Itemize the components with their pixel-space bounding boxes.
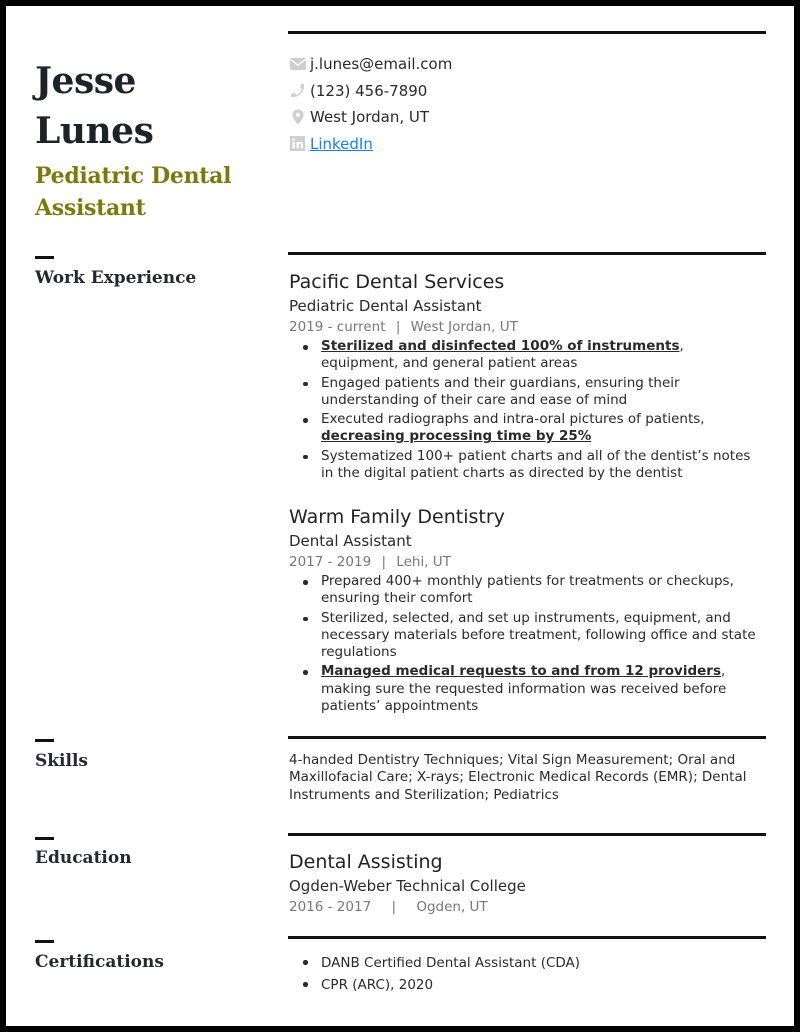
job-meta: 2017 - 2019 | Lehi, UT (289, 552, 764, 572)
degree-name: Dental Assisting (289, 851, 443, 873)
section-dash-work (35, 256, 54, 259)
bullet-highlight: Managed medical requests to and from 12 … (321, 663, 721, 680)
section-label-work: Work Experience (35, 268, 197, 288)
bullet-item: Prepared 400+ monthly patients for treat… (289, 573, 764, 608)
bullet-item: Executed radiographs and intra-oral pict… (289, 411, 764, 446)
resume-page: Jesse Lunes Pediatric Dental Assistant j… (6, 6, 794, 1026)
section-dash-certifications (35, 940, 54, 943)
envelope-icon (290, 56, 308, 72)
school-name: Ogden-Weber Technical College (289, 877, 526, 895)
job-dates: 2017 - 2019 (289, 554, 372, 570)
map-pin-icon (290, 109, 308, 125)
contact-info: j.lunes@email.com (123) 456-7890 West Jo… (290, 51, 452, 157)
contact-location: West Jordan, UT (290, 104, 452, 131)
candidate-title: Pediatric Dental Assistant (35, 160, 275, 224)
bullet-item: Engaged patients and their guardians, en… (289, 375, 764, 410)
certification-item: CPR (ARC), 2020 (289, 975, 764, 995)
separator: | (381, 554, 387, 570)
education-dates: 2016 - 2017 (289, 899, 372, 915)
certifications-list: DANB Certified Dental Assistant (CDA) CP… (289, 953, 764, 995)
section-label-certifications: Certifications (35, 952, 164, 972)
bullet-highlight: decreasing processing time by 25% (321, 428, 592, 445)
last-name: Lunes (35, 110, 154, 152)
section-dash-skills (35, 739, 54, 742)
contact-linkedin: LinkedIn (290, 131, 452, 158)
education-entry: Dental Assisting Ogden-Weber Technical C… (289, 849, 764, 917)
bullet-text: Sterilized, selected, and set up instrum… (321, 609, 756, 661)
divider-education (288, 833, 766, 836)
divider-skills (288, 736, 766, 739)
first-name: Jesse (35, 60, 136, 102)
section-label-education: Education (35, 848, 132, 868)
divider-work (288, 252, 766, 255)
bullet-item: Managed medical requests to and from 12 … (289, 663, 764, 715)
bullet-text: Prepared 400+ monthly patients for treat… (321, 573, 734, 607)
bullet-item: Sterilized, selected, and set up instrum… (289, 610, 764, 662)
job-location: West Jordan, UT (410, 319, 518, 335)
bullet-text: Systematized 100+ patient charts and all… (321, 447, 751, 482)
job-entry: Pacific Dental Services Pediatric Dental… (289, 269, 764, 484)
job-role: Pediatric Dental Assistant (289, 297, 482, 315)
job-location: Lehi, UT (396, 554, 451, 570)
job-dates: 2019 - current (289, 319, 386, 335)
location-text: West Jordan, UT (310, 108, 430, 126)
bullet-text: Executed radiographs and intra-oral pict… (321, 411, 705, 428)
candidate-name: Jesse Lunes (35, 56, 275, 156)
job-role: Dental Assistant (289, 532, 412, 550)
certification-item: DANB Certified Dental Assistant (CDA) (289, 953, 764, 973)
phone-text: (123) 456-7890 (310, 81, 428, 100)
job-entry: Warm Family Dentistry Dental Assistant 2… (289, 504, 764, 717)
linkedin-icon (290, 136, 308, 152)
bullet-item: Systematized 100+ patient charts and all… (289, 448, 764, 483)
job-meta: 2019 - current | West Jordan, UT (289, 317, 764, 337)
bullet-highlight: Sterilized and disinfected 100% of instr… (321, 338, 680, 354)
bullet-item: Sterilized and disinfected 100% of instr… (289, 338, 764, 373)
title-line-2: Assistant (35, 195, 146, 221)
skills-list: 4-handed Dentistry Techniques; Vital Sig… (289, 752, 747, 803)
divider-certifications (288, 936, 766, 939)
education-location: Ogden, UT (416, 899, 488, 915)
bullet-text: Engaged patients and their guardians, en… (321, 374, 680, 408)
company-name: Pacific Dental Services (289, 271, 505, 293)
section-dash-education (35, 837, 54, 840)
phone-icon (290, 83, 308, 99)
job-bullets: Sterilized and disinfected 100% of instr… (289, 338, 764, 482)
linkedin-link[interactable]: LinkedIn (310, 131, 373, 158)
separator: | (395, 319, 401, 335)
section-label-skills: Skills (35, 751, 89, 771)
education-meta: 2016 - 2017 | Ogden, UT (289, 897, 764, 917)
contact-phone: (123) 456-7890 (290, 78, 452, 105)
title-line-1: Pediatric Dental (35, 163, 232, 189)
contact-email: j.lunes@email.com (290, 51, 452, 78)
job-bullets: Prepared 400+ monthly patients for treat… (289, 573, 764, 715)
separator: | (391, 899, 397, 915)
email-text: j.lunes@email.com (310, 55, 453, 73)
certifications-entry: DANB Certified Dental Assistant (CDA) CP… (289, 952, 764, 997)
company-name: Warm Family Dentistry (289, 506, 505, 528)
divider-contact (288, 31, 766, 34)
